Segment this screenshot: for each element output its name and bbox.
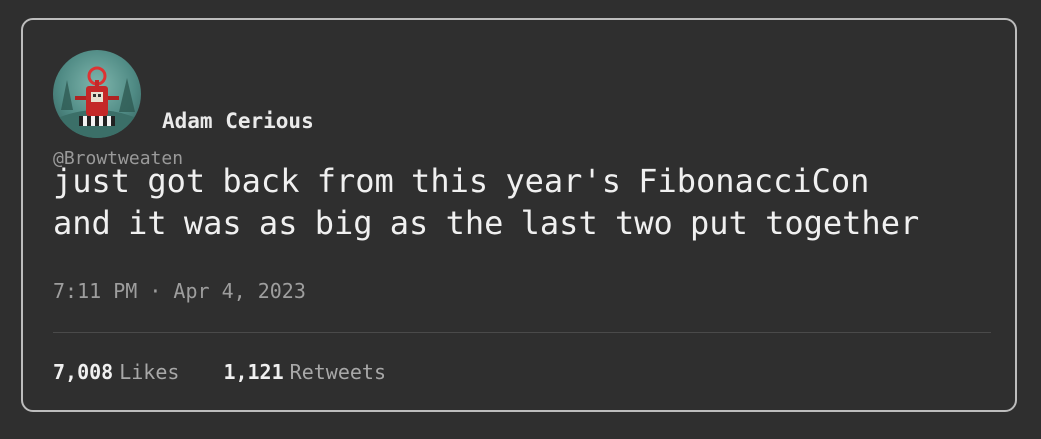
robot-avatar-icon [53, 66, 141, 138]
tweet-text: just got back from this year's Fibonacci… [53, 162, 920, 242]
retweets-label: Retweets [289, 360, 386, 384]
tweet-timestamp[interactable]: 7:11 PM · Apr 4, 2023 [53, 279, 306, 303]
retweets-stat[interactable]: 1,121 Retweets [223, 360, 386, 384]
display-name[interactable]: Adam Cerious [162, 109, 314, 133]
likes-label: Likes [119, 360, 180, 384]
retweets-count: 1,121 [223, 360, 284, 384]
tweet-card[interactable]: Adam Cerious @Browtweaten just got back … [21, 18, 1017, 412]
divider [53, 332, 991, 333]
avatar[interactable] [53, 50, 141, 138]
likes-count: 7,008 [53, 360, 114, 384]
likes-stat[interactable]: 7,008 Likes [53, 360, 179, 384]
tweet-stats: 7,008 Likes 1,121 Retweets [53, 360, 386, 384]
